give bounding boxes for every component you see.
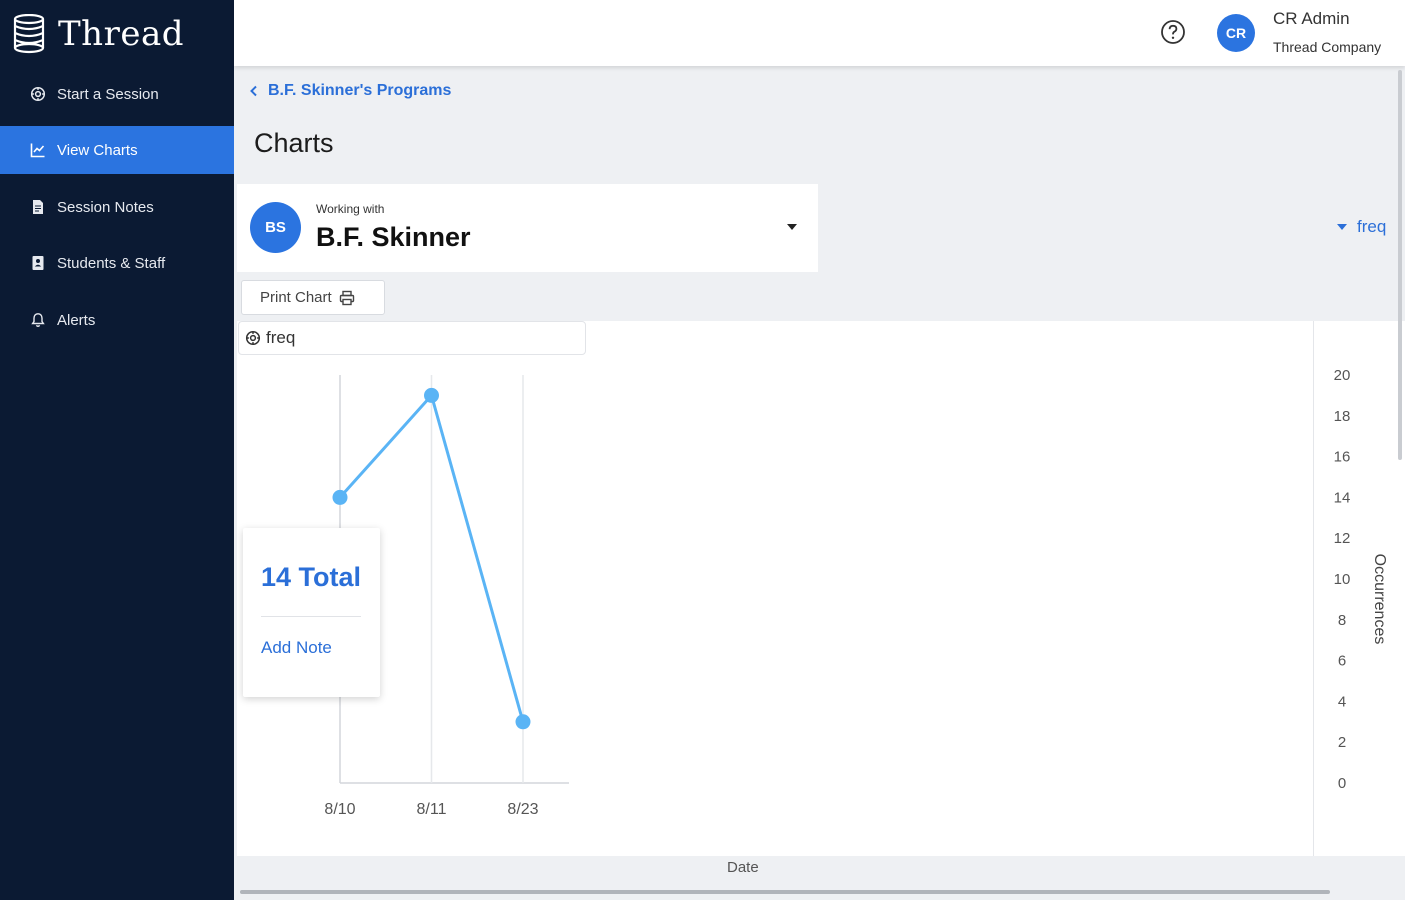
data-point[interactable] [515, 714, 531, 730]
add-note-link[interactable]: Add Note [261, 638, 332, 658]
help-icon[interactable] [1160, 19, 1186, 45]
gear-icon [245, 330, 261, 346]
gear-icon [28, 84, 48, 104]
point-note-card: 14 Total Add Note [243, 528, 380, 697]
y-tick-label: 0 [1338, 775, 1346, 792]
y-tick-label: 10 [1334, 571, 1351, 588]
y-tick-label: 2 [1338, 734, 1346, 751]
student-name: B.F. Skinner [316, 222, 471, 252]
sidebar-item-view-charts[interactable]: View Charts [0, 126, 234, 174]
y-tick-label: 16 [1334, 449, 1351, 466]
sidebar-item-alerts[interactable]: Alerts [0, 296, 234, 344]
app-name: Thread [58, 14, 184, 54]
logo-icon [13, 14, 45, 54]
y-tick-label: 14 [1334, 489, 1351, 506]
sidebar-item-session-notes[interactable]: Session Notes [0, 183, 234, 231]
user-avatar[interactable]: CR [1217, 14, 1255, 52]
y-tick-label: 8 [1338, 612, 1346, 629]
x-tick-label: 8/10 [324, 801, 355, 818]
sidebar-item-label: Students & Staff [57, 254, 166, 272]
document-icon [28, 197, 48, 217]
user-company: Thread Company [1273, 39, 1382, 55]
legend-item-freq[interactable]: freq [238, 321, 586, 355]
caret-down-icon [787, 224, 797, 230]
working-with-label: Working with [316, 202, 385, 216]
vertical-scrollbar[interactable] [1398, 70, 1402, 460]
divider [261, 616, 361, 617]
breadcrumb-label: B.F. Skinner's Programs [268, 82, 452, 99]
chevron-left-icon [250, 85, 257, 97]
y-axis: 0 2 4 6 8 10 12 14 16 18 20 Occurrences [1334, 367, 1388, 792]
data-point[interactable] [424, 387, 439, 403]
app-logo[interactable]: Thread [12, 12, 184, 56]
metric-dropdown[interactable]: freq [1336, 217, 1386, 237]
line-chart: 8/10 8/11 8/23 [324, 375, 569, 818]
student-avatar: BS [250, 202, 301, 253]
y-tick-label: 12 [1334, 530, 1351, 547]
horizontal-scrollbar[interactable] [240, 890, 1330, 894]
people-book-icon [28, 253, 48, 273]
y-axis-title: Occurrences [1371, 554, 1388, 645]
sidebar-item-label: View Charts [57, 141, 138, 159]
x-tick-label: 8/11 [417, 801, 447, 818]
data-point[interactable] [332, 489, 348, 505]
metric-dropdown-value: freq [1357, 217, 1387, 236]
chart-icon [28, 140, 48, 160]
x-axis-label: Date [727, 859, 759, 876]
student-selector[interactable]: BS Working with B.F. Skinner [237, 184, 818, 272]
y-tick-label: 4 [1338, 693, 1346, 710]
sidebar-item-students-staff[interactable]: Students & Staff [0, 239, 234, 287]
page-title: Charts [254, 128, 334, 158]
print-chart-label: Print Chart [260, 289, 332, 306]
sidebar-item-label: Alerts [57, 311, 96, 329]
sidebar-item-start-session[interactable]: Start a Session [0, 70, 234, 118]
bell-icon [28, 310, 48, 330]
caret-down-icon [1337, 224, 1347, 230]
sidebar-item-label: Session Notes [57, 198, 154, 216]
y-tick-label: 18 [1334, 408, 1351, 425]
legend-label: freq [266, 328, 296, 347]
breadcrumb[interactable]: B.F. Skinner's Programs [248, 82, 451, 100]
top-bar: CR CR Admin Thread Company [234, 0, 1405, 66]
sidebar-item-label: Start a Session [57, 85, 159, 103]
x-tick-label: 8/23 [507, 801, 538, 818]
user-name: CR Admin [1273, 9, 1350, 28]
sidebar: Thread Start a Session View Charts Sessi… [0, 0, 234, 900]
printer-icon [339, 290, 354, 305]
y-tick-label: 20 [1334, 367, 1351, 384]
note-total: 14 Total [261, 562, 362, 592]
print-chart-button[interactable]: Print Chart [241, 280, 385, 315]
y-tick-label: 6 [1338, 653, 1346, 670]
